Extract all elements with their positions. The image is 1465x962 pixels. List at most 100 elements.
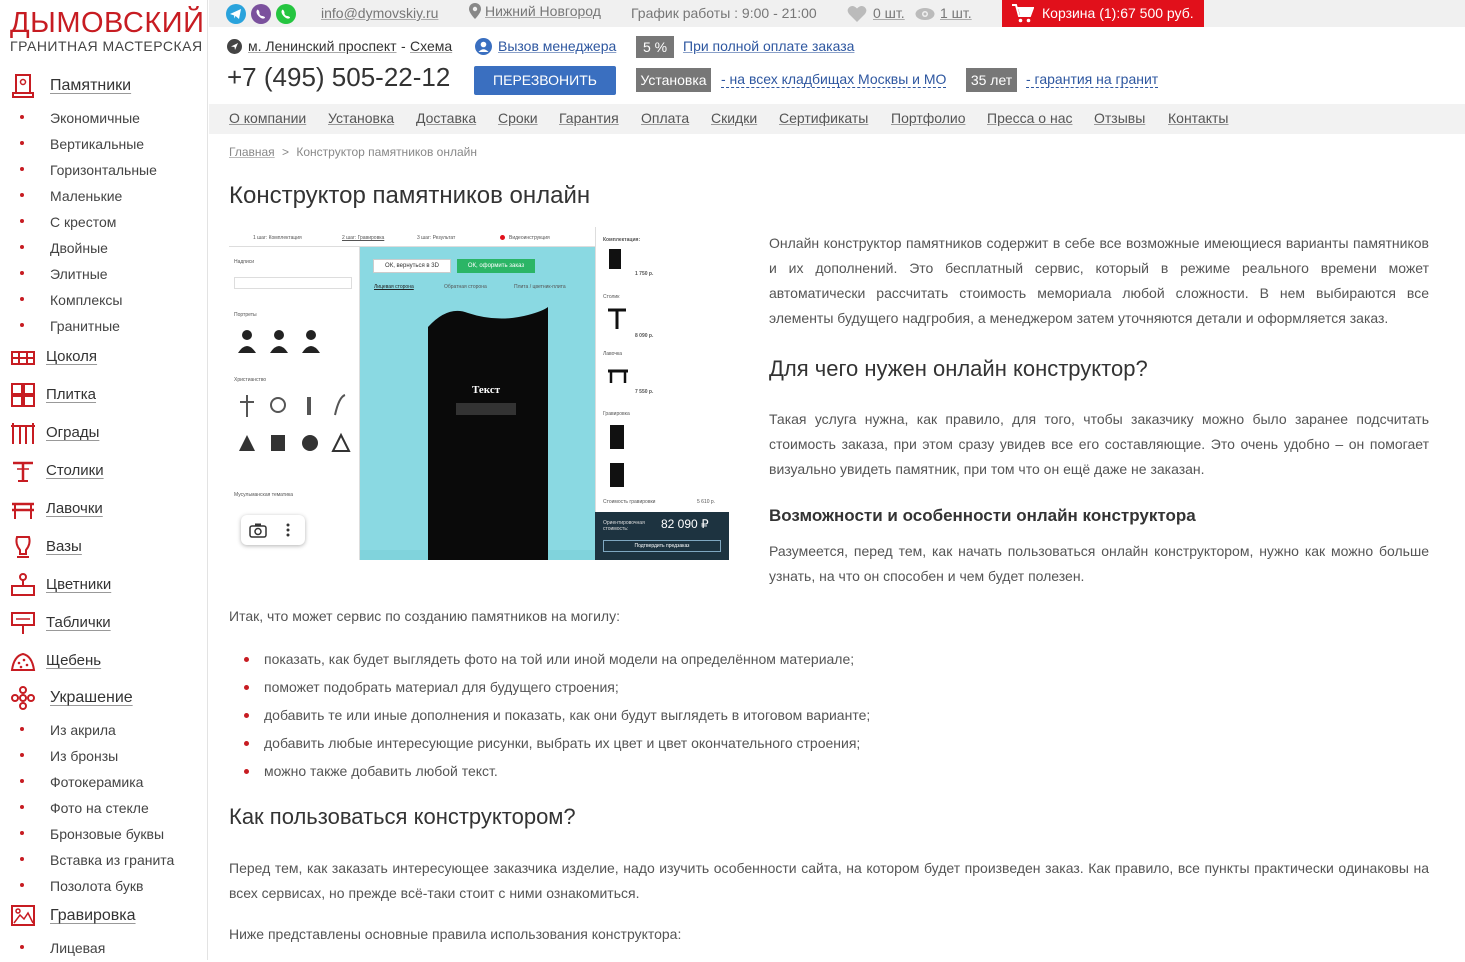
scheme-link[interactable]: Схема (410, 38, 452, 54)
complect-label: Комплектация: (603, 237, 641, 243)
portraits-label: Портреты (234, 312, 257, 318)
working-hours: График работы : 9:00 - 21:00 (631, 5, 817, 21)
vase-icon (15, 536, 31, 558)
tab-plate: Плита / цветник-плита (514, 284, 566, 290)
site-logo[interactable]: ДЫМОВСКИЙ ГРАНИТНАЯ МАСТЕРСКАЯ (10, 7, 205, 54)
sidebar-item-tables[interactable]: Столики (0, 456, 208, 486)
cart-label: Корзина (1):67 500 руб. (1042, 5, 1194, 21)
nav-reviews[interactable]: Отзывы (1094, 110, 1145, 126)
sidebar-item-plinths[interactable]: Цоколя (0, 342, 208, 372)
font-input (234, 277, 352, 289)
page-title: Конструктор памятников онлайн (229, 182, 591, 209)
call-manager-link[interactable]: Вызов менеджера (498, 38, 616, 54)
heading-why: Для чего нужен онлайн конструктор? (769, 356, 1148, 381)
sidebar-item-gravel[interactable]: Щебень (0, 646, 208, 676)
nav-warranty[interactable]: Гарантия (559, 110, 619, 126)
breadcrumb-home[interactable]: Главная (229, 145, 275, 159)
nav-delivery[interactable]: Доставка (416, 110, 476, 126)
nav-portfolio[interactable]: Портфолио (891, 110, 966, 126)
why-paragraph: Такая услуга нужна, как правило, для тог… (769, 411, 1429, 477)
install-badge: Установка (636, 68, 711, 92)
callback-button[interactable]: ПЕРЕЗВОНИТЬ (474, 66, 616, 95)
sidebar-item-signs[interactable]: Таблички (0, 608, 208, 638)
viber-icon[interactable] (251, 4, 271, 24)
plinth-icon (11, 351, 35, 365)
nav-discounts[interactable]: Скидки (711, 110, 757, 126)
contact-row: м. Ленинский проспект - Схема Вызов мене… (209, 34, 1465, 60)
nav-press[interactable]: Пресса о нас (987, 110, 1073, 126)
monument-icon (12, 74, 34, 98)
viewed-count[interactable]: 1 шт. (940, 5, 972, 21)
sidebar-item-vases[interactable]: Вазы (0, 532, 208, 562)
flowerbed-icon (11, 573, 35, 596)
years-badge: 35 лет (966, 68, 1017, 92)
location-pin-icon (469, 3, 481, 22)
video-icon (500, 235, 505, 240)
nav-contacts[interactable]: Контакты (1168, 110, 1228, 126)
metro-station[interactable]: м. Ленинский проспект (248, 38, 397, 54)
logo-subtitle: ГРАНИТНАЯ МАСТЕРСКАЯ (10, 38, 203, 54)
nav-certificates[interactable]: Сертификаты (779, 110, 868, 126)
sidebar-item-label: Вазы (46, 538, 82, 555)
email-link[interactable]: info@dymovskiy.ru (321, 5, 438, 21)
place-order-button: ОК, оформить заказ (457, 259, 535, 273)
step3-label: 3 шаг: Результат (417, 235, 456, 241)
engraving-cost-label: Стоимость гравировки (603, 499, 656, 505)
christianity-label: Христианство (234, 377, 267, 383)
more-options-icon[interactable] (285, 522, 291, 538)
warranty-link[interactable]: - гарантия на гранит (1026, 71, 1159, 88)
phone-number[interactable]: +7 (495) 505-22-12 (227, 62, 450, 93)
total-price: 82 090 ₽ (661, 517, 709, 531)
image-tools-popup[interactable] (241, 515, 305, 545)
cart-icon (1012, 4, 1034, 23)
sidebar-item-tiles[interactable]: Плитка (0, 380, 208, 410)
heading-features: Возможности и особенности онлайн констру… (769, 506, 1196, 525)
table-icon (13, 461, 33, 482)
breadcrumb-separator: > (282, 145, 290, 159)
nav-about[interactable]: О компании (229, 110, 306, 126)
nav-payment[interactable]: Оплата (641, 110, 689, 126)
eye-icon[interactable] (915, 7, 935, 24)
step2-label: 2 шаг: Гравировка (342, 235, 385, 241)
nav-installation[interactable]: Установка (328, 110, 394, 126)
sidebar-item-label: Цоколя (46, 348, 98, 365)
heart-icon[interactable] (847, 5, 867, 25)
sidebar-item-label: Цветники (46, 576, 112, 593)
install-link[interactable]: - на всех кладбищах Москвы и МО (721, 71, 947, 88)
bench-icon (12, 502, 34, 519)
sidebar-item-decor[interactable]: Украшение (0, 683, 208, 713)
price-1: 1 750 р. (635, 271, 654, 277)
sidebar: ДЫМОВСКИЙ ГРАНИТНАЯ МАСТЕРСКАЯ Памятники… (0, 0, 208, 960)
bench-label: Лавочка (603, 351, 623, 357)
flower-icon (11, 686, 35, 710)
sidebar-item-monuments[interactable]: Памятники (0, 71, 208, 101)
telegram-icon[interactable] (226, 4, 246, 24)
christian-symbols (239, 394, 351, 452)
breadcrumb: Главная > Конструктор памятников онлайн (229, 145, 477, 159)
features-paragraph: Разумеется, перед тем, как начать пользо… (769, 543, 1429, 584)
discount-badge: 5 % (636, 36, 674, 58)
favorites-count[interactable]: 0 шт. (873, 5, 905, 21)
tab-front: Лицевая сторона (374, 284, 414, 290)
sidebar-item-benches[interactable]: Лавочки (0, 494, 208, 524)
how-paragraph: Перед тем, как заказать интересующее зак… (229, 860, 1429, 901)
engraving-icon (11, 905, 35, 926)
rules-intro: Ниже представлены основные правила испол… (229, 926, 682, 942)
back-to-3d-button: ОК, вернуться в 3D (373, 259, 451, 273)
portrait-thumbnails (238, 330, 320, 353)
engraving-cost: 5 610 р. (697, 499, 716, 505)
sidebar-item-fences[interactable]: Ограды (0, 418, 208, 448)
sidebar-item-flowerbeds[interactable]: Цветники (0, 570, 208, 600)
logo-title: ДЫМОВСКИЙ (10, 7, 205, 39)
camera-icon[interactable] (249, 522, 267, 538)
sidebar-item-engraving[interactable]: Гравировка (0, 901, 208, 931)
table-label: Столик (603, 294, 620, 300)
city-select[interactable]: Нижний Новгород (485, 3, 601, 19)
whatsapp-icon[interactable] (276, 4, 296, 24)
top-bar: info@dymovskiy.ru Нижний Новгород График… (209, 0, 1465, 27)
cart-button[interactable]: Корзина (1):67 500 руб. (1002, 0, 1204, 27)
sidebar-item-label: Плитка (46, 386, 97, 403)
nav-terms[interactable]: Сроки (498, 110, 538, 126)
discount-link[interactable]: При полной оплате заказа (683, 38, 854, 54)
video-label: Видеоинструкция (509, 235, 550, 241)
